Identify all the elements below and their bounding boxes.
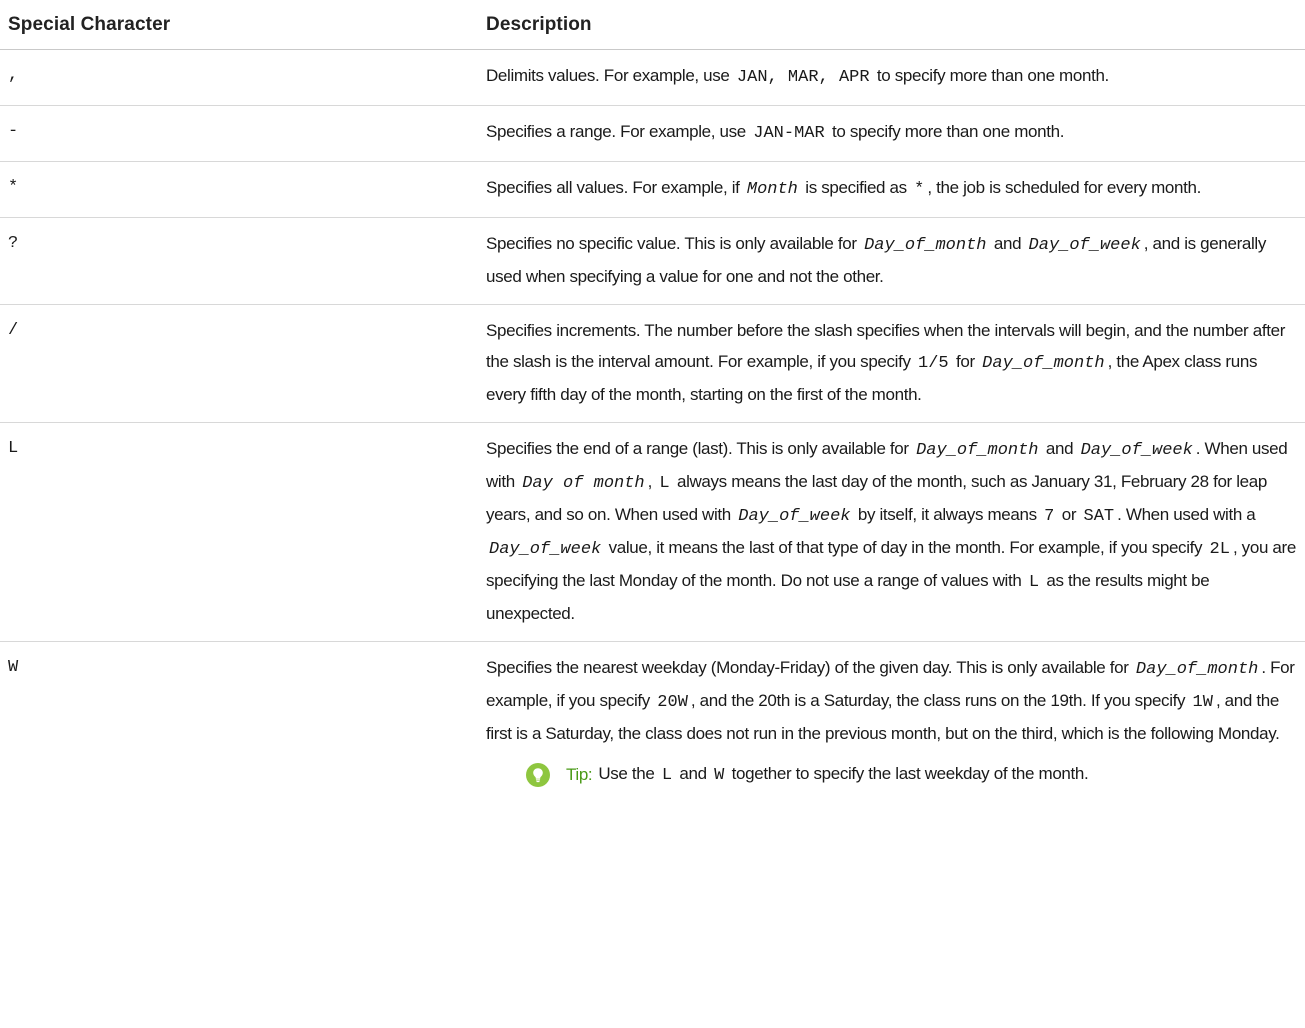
description-text: , the job is scheduled for every month. [927,178,1201,197]
description-text: together to specify the last weekday of … [727,764,1089,783]
lightbulb-icon [526,763,550,787]
code-variable: Day_of_month [982,354,1105,373]
special-characters-table: Special Character Description , Delimits … [0,0,1305,803]
description-text: for [951,352,980,371]
description-paragraph: Specifies a range. For example, use JAN-… [486,116,1297,149]
description-cell: Specifies all values. For example, if Mo… [478,161,1305,218]
description-cell: Specifies increments. The number before … [478,304,1305,423]
special-character-cell: ? [0,217,478,305]
description-text: Delimits values. For example, use [486,66,734,85]
description-cell: Specifies the end of a range (last). Thi… [478,422,1305,642]
table-row: / Specifies increments. The number before… [0,304,1305,423]
code-variable: Month [746,180,798,199]
description-text: . When used with a [1117,505,1256,524]
description-paragraph: Specifies the nearest weekday (Monday-Fr… [486,652,1297,749]
description-text: Specifies no specific value. This is onl… [486,234,862,253]
table-body: , Delimits values. For example, use JAN, … [0,49,1305,804]
description-text: to specify more than one month. [872,66,1109,85]
description-paragraph: Specifies all values. For example, if Mo… [486,172,1297,205]
description-text: and [1041,439,1078,458]
description-text: , and the 20th is a Saturday, the class … [690,691,1190,710]
table-row: L Specifies the end of a range (last). Th… [0,422,1305,642]
description-text: is specified as [800,178,912,197]
description-cell: Specifies a range. For example, use JAN-… [478,105,1305,162]
tip-text: Use the L and W together to specify the … [598,759,1088,791]
code-variable: Day_of_week [738,507,851,526]
code-literal: L [1028,573,1040,592]
special-character-cell: - [0,105,478,162]
table-row: ? Specifies no specific value. This is on… [0,217,1305,305]
code-literal: SAT [1083,507,1115,526]
description-text: Use the [598,764,659,783]
code-literal: 1W [1192,693,1213,712]
special-character-cell: , [0,49,478,106]
description-text: Specifies the end of a range (last). Thi… [486,439,914,458]
tip-label: Tip: [566,765,593,784]
description-text: or [1057,505,1081,524]
special-character-cell: / [0,304,478,423]
description-paragraph: Specifies the end of a range (last). Thi… [486,433,1297,629]
code-literal: W [714,766,725,785]
description-paragraph: Specifies increments. The number before … [486,315,1297,410]
special-character-cell: W [8,658,19,677]
code-variable: Day_of_month [864,236,987,255]
code-literal: L [659,474,670,493]
table-header-row: Special Character Description [0,0,1305,50]
code-literal: 2L [1209,540,1230,559]
code-literal: L [661,766,673,785]
code-variable: Day of month [522,474,645,493]
description-text: by itself, it always means [853,505,1042,524]
table-row: * Specifies all values. For example, if M… [0,161,1305,218]
code-literal: 20W [657,693,688,712]
description-cell: Specifies the nearest weekday (Monday-Fr… [478,642,1305,804]
description-paragraph: Specifies no specific value. This is onl… [486,228,1297,292]
special-character-cell: * [0,161,478,218]
code-variable: Day_of_week [489,540,602,559]
description-cell: Specifies no specific value. This is onl… [478,217,1305,305]
code-literal: * [914,180,925,199]
description-text: to specify more than one month. [827,122,1065,141]
description-paragraph: Delimits values. For example, use JAN, M… [486,60,1297,93]
description-text: and [675,764,712,783]
table-row: , Delimits values. For example, use JAN, … [0,49,1305,106]
special-character-cell: L [0,422,478,642]
header-special-character: Special Character [0,0,478,50]
code-variable: Day_of_month [916,441,1039,460]
table-row: - Specifies a range. For example, use JAN… [0,105,1305,162]
description-text: and [989,234,1026,253]
description-text: Specifies all values. For example, if [486,178,744,197]
header-description: Description [478,0,1305,50]
code-variable: Day_of_week [1028,236,1141,255]
description-text: Specifies a range. For example, use [486,122,751,141]
code-literal: JAN, MAR, APR [736,68,870,87]
code-literal: 1/5 [918,354,949,373]
code-literal: 7 [1044,507,1055,526]
code-variable: Day_of_month [1135,660,1259,679]
description-text: Specifies the nearest weekday (Monday-Fr… [486,658,1133,677]
table-row: W Specifies the nearest weekday (Monday-F… [0,642,1305,804]
code-variable: Day_of_week [1080,441,1193,460]
description-text: value, it means the last of that type of… [604,538,1207,557]
code-literal: JAN-MAR [753,124,825,143]
tip-note: Tip: Use the L and W together to specify … [526,759,1297,791]
description-cell: Delimits values. For example, use JAN, M… [478,49,1305,106]
